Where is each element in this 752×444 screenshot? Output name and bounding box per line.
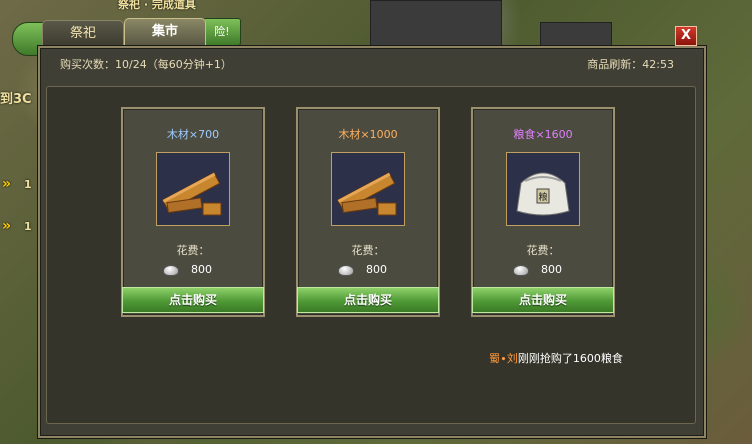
- silver-icon: [163, 265, 179, 276]
- buy-count-text: 购买次数：10/24（每60分钟+1）: [60, 58, 232, 71]
- buy-button[interactable]: 点击购买: [122, 287, 264, 313]
- news-message: 刚刚抢购了1600粮食: [517, 352, 623, 365]
- cost-value: 800: [541, 263, 562, 276]
- buy-button[interactable]: 点击购买: [472, 287, 614, 313]
- cost-label: 花费：: [526, 244, 560, 257]
- background-counter: 1: [24, 178, 32, 191]
- double-chevron-icon: »: [2, 176, 12, 192]
- goods-title: 木材×700: [166, 128, 220, 141]
- panel-header: 购买次数：10/24（每60分钟+1） 商品刷新：42:53: [40, 48, 704, 78]
- player-name[interactable]: 蜀∙刘: [489, 352, 518, 365]
- refresh-timer-text: 商品刷新：42:53: [587, 58, 674, 71]
- silver-icon: [513, 265, 529, 276]
- cost-value: 800: [191, 263, 212, 276]
- silver-icon: [338, 265, 354, 276]
- wood-planks-icon: [331, 152, 405, 226]
- background-text: 到3C: [0, 92, 32, 107]
- background-building: [370, 0, 502, 46]
- buy-button[interactable]: 点击购买: [297, 287, 439, 313]
- cost-row: 800: [338, 263, 418, 279]
- purchase-news: 蜀∙刘刚刚抢购了1600粮食: [489, 350, 623, 366]
- close-button[interactable]: X: [675, 26, 697, 46]
- goods-card: 木材×700 花费： 800 点击购买: [121, 107, 265, 317]
- cost-label: 花费：: [176, 244, 210, 257]
- cost-value: 800: [366, 263, 387, 276]
- goods-card: 木材×1000 花费： 800 点击购买: [296, 107, 440, 317]
- double-chevron-icon: »: [2, 218, 12, 234]
- background-counter: 1: [24, 220, 32, 233]
- grain-sack-icon: 粮: [506, 152, 580, 226]
- cost-row: 800: [163, 263, 243, 279]
- cost-label: 花费：: [351, 244, 385, 257]
- svg-text:粮: 粮: [538, 191, 547, 203]
- goods-card: 粮食×1600 粮 花费： 800 点击购买: [471, 107, 615, 317]
- goods-title: 木材×1000: [338, 128, 398, 141]
- goods-title: 粮食×1600: [513, 128, 573, 141]
- market-panel: 购买次数：10/24（每60分钟+1） 商品刷新：42:53 木材×700 花费…: [38, 46, 706, 438]
- tab-market[interactable]: 集市: [124, 18, 206, 47]
- cost-row: 800: [513, 263, 593, 279]
- background-button[interactable]: 险!: [203, 18, 241, 46]
- goods-area: 木材×700 花费： 800 点击购买 木材×1000 花费： 800 点击购买…: [46, 86, 696, 424]
- background-building: [540, 22, 612, 48]
- wood-planks-icon: [156, 152, 230, 226]
- background-text: 祭祀 · 完成道具: [118, 0, 196, 11]
- tab-sacrifice[interactable]: 祭祀: [42, 20, 124, 47]
